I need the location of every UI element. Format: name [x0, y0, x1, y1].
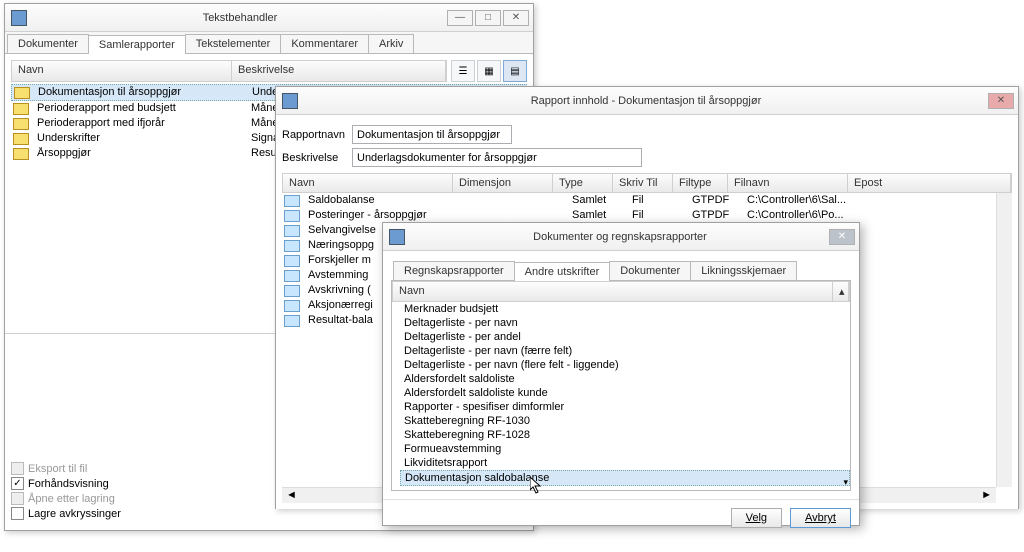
maximize-button[interactable]: □: [475, 10, 501, 26]
doc-icon: [284, 315, 300, 327]
folder-icon: [13, 118, 29, 130]
input-rapportnavn[interactable]: [352, 125, 512, 144]
folder-icon: [13, 103, 29, 115]
doc-icon: [284, 240, 300, 252]
list-item[interactable]: Merknader budsjett: [400, 302, 850, 316]
list-item[interactable]: Deltagerliste - per navn (færre felt): [400, 344, 850, 358]
doc-icon: [284, 210, 300, 222]
window-title: Dokumenter og regnskapsrapporter: [411, 231, 829, 243]
col-epost[interactable]: Epost: [848, 174, 1011, 192]
list-item[interactable]: Formueavstemming: [400, 442, 850, 456]
window-title: Tekstbehandler: [33, 12, 447, 24]
list-item[interactable]: Deltagerliste - per andel: [400, 330, 850, 344]
list-item[interactable]: Deltagerliste - per navn (flere felt - l…: [400, 358, 850, 372]
label-forhands: Forhåndsvisning: [28, 478, 109, 490]
list-item[interactable]: Likviditetsrapport: [400, 456, 850, 470]
picker-tabs: Regnskapsrapporter Andre utskrifter Doku…: [391, 259, 851, 281]
col-navn[interactable]: Navn: [283, 174, 453, 192]
tab-kommentarer[interactable]: Kommentarer: [280, 34, 369, 53]
col-navn[interactable]: Navn: [12, 61, 232, 81]
view-tree-button[interactable]: ☰: [451, 60, 475, 82]
main-tabs: Dokumenter Samlerapporter Tekstelementer…: [5, 32, 533, 54]
doc-icon: [284, 270, 300, 282]
col-beskrivelse[interactable]: Beskrivelse: [232, 61, 446, 81]
folder-icon: [14, 87, 30, 99]
folder-icon: [13, 133, 29, 145]
tab-dokumenter[interactable]: Dokumenter: [7, 34, 89, 53]
titlebar: Rapport innhold - Dokumentasjon til årso…: [276, 87, 1018, 115]
tab-likningsskjemaer[interactable]: Likningsskjemaer: [690, 261, 797, 280]
avbryt-button[interactable]: Avbryt: [790, 508, 851, 528]
doc-icon: [284, 195, 300, 207]
view-grid-button[interactable]: ▦: [477, 60, 501, 82]
col-type[interactable]: Type: [553, 174, 613, 192]
table-row[interactable]: SaldobalanseSamletFilGTPDFC:\Controller\…: [282, 193, 1012, 208]
doc-icon: [284, 300, 300, 312]
list-item[interactable]: Dokumentasjon saldobalanse: [400, 470, 850, 486]
chk-lagre[interactable]: [11, 507, 24, 520]
doc-icon: [284, 225, 300, 237]
col-dimensjon[interactable]: Dimensjon: [453, 174, 553, 192]
vertical-scrollbar[interactable]: [996, 193, 1012, 487]
tab-samlerapporter[interactable]: Samlerapporter: [88, 35, 186, 54]
app-icon: [11, 10, 27, 26]
list-item[interactable]: Aldersfordelt saldoliste: [400, 372, 850, 386]
folder-icon: [13, 148, 29, 160]
velg-button[interactable]: Velg: [731, 508, 782, 528]
doc-icon: [284, 285, 300, 297]
scroll-down-icon[interactable]: ▾: [843, 477, 848, 488]
list-item[interactable]: Rapporter - spesifiser dimformler: [400, 400, 850, 414]
table-row[interactable]: Posteringer - årsoppgjørSamletFilGTPDFC:…: [282, 208, 1012, 223]
label-eksport: Eksport til fil: [28, 463, 87, 475]
tab-arkiv[interactable]: Arkiv: [368, 34, 414, 53]
tab-tekstelementer[interactable]: Tekstelementer: [185, 34, 282, 53]
chk-forhands[interactable]: ✓: [11, 477, 24, 490]
minimize-button[interactable]: —: [447, 10, 473, 26]
list-item[interactable]: Deltagerliste - per navn: [400, 316, 850, 330]
picker-window: Dokumenter og regnskapsrapporter ✕ Regns…: [382, 222, 860, 526]
list-item[interactable]: Skatteberegning RF-1028: [400, 428, 850, 442]
picker-list: Merknader budsjett Deltagerliste - per n…: [392, 302, 850, 486]
tab-regnskapsrapporter[interactable]: Regnskapsrapporter: [393, 261, 515, 280]
doc-icon: [284, 255, 300, 267]
col-filnavn[interactable]: Filnavn: [728, 174, 848, 192]
list-item[interactable]: Skatteberegning RF-1030: [400, 414, 850, 428]
input-beskrivelse[interactable]: [352, 148, 642, 167]
view-list-button[interactable]: ▤: [503, 60, 527, 82]
scroll-up-icon[interactable]: ▴: [833, 282, 849, 301]
label-rapportnavn: Rapportnavn: [282, 129, 352, 141]
app-icon: [389, 229, 405, 245]
list-item[interactable]: Aldersfordelt saldoliste kunde: [400, 386, 850, 400]
chk-eksport: [11, 462, 24, 475]
chk-apne: [11, 492, 24, 505]
titlebar: Tekstbehandler — □ ✕: [5, 4, 533, 32]
app-icon: [282, 93, 298, 109]
tab-dokumenter[interactable]: Dokumenter: [609, 261, 691, 280]
label-beskrivelse: Beskrivelse: [282, 152, 352, 164]
close-button[interactable]: ✕: [829, 229, 855, 245]
close-button[interactable]: ✕: [503, 10, 529, 26]
titlebar: Dokumenter og regnskapsrapporter ✕: [383, 223, 859, 251]
col-filtype[interactable]: Filtype: [673, 174, 728, 192]
tab-andre-utskrifter[interactable]: Andre utskrifter: [514, 262, 611, 281]
close-button[interactable]: ✕: [988, 93, 1014, 109]
col-skrivtil[interactable]: Skriv Til: [613, 174, 673, 192]
col-navn[interactable]: Navn: [393, 282, 833, 301]
label-apne: Åpne etter lagring: [28, 493, 115, 505]
window-title: Rapport innhold - Dokumentasjon til årso…: [304, 95, 988, 107]
label-lagre: Lagre avkryssinger: [28, 508, 121, 520]
